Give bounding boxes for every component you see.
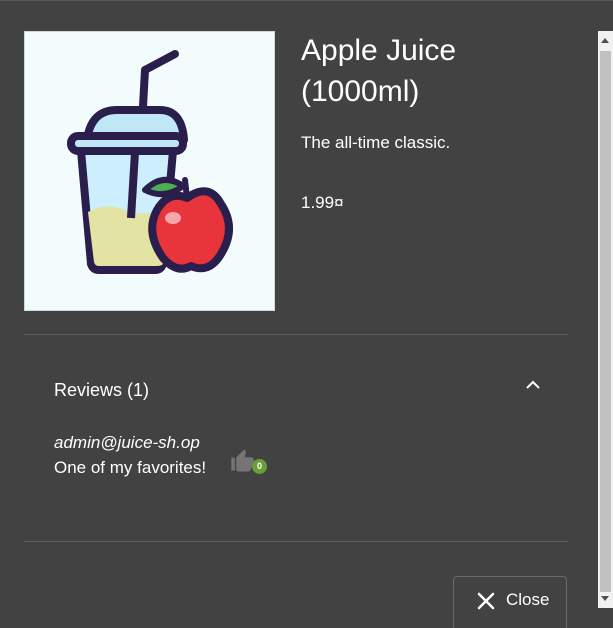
review-author: admin@juice-sh.op	[54, 433, 200, 452]
chevron-up-icon	[526, 380, 540, 389]
scrollbar-thumb[interactable]	[600, 51, 611, 592]
close-icon	[477, 592, 495, 610]
scroll-down-arrow-icon[interactable]	[601, 596, 609, 601]
apple-juice-image	[67, 50, 233, 274]
like-count-badge: 0	[252, 459, 267, 474]
product-details-dialog: Apple Juice (1000ml) The all-time classi…	[0, 0, 598, 628]
product-image	[24, 31, 275, 311]
divider	[24, 541, 568, 542]
vertical-scrollbar[interactable]	[598, 31, 613, 608]
close-button[interactable]: Close	[453, 576, 567, 628]
reviews-title: Reviews (1)	[54, 380, 150, 400]
divider	[24, 334, 568, 335]
close-button-label: Close	[506, 590, 550, 609]
product-description: The all-time classic.	[301, 133, 451, 152]
product-title: Apple Juice (1000ml)	[301, 34, 457, 108]
product-price: 1.99¤	[301, 193, 344, 212]
review-message: One of my favorites!	[54, 458, 207, 477]
reviews-expansion-header[interactable]: Reviews (1)	[24, 362, 568, 418]
scroll-up-arrow-icon[interactable]	[601, 38, 609, 43]
